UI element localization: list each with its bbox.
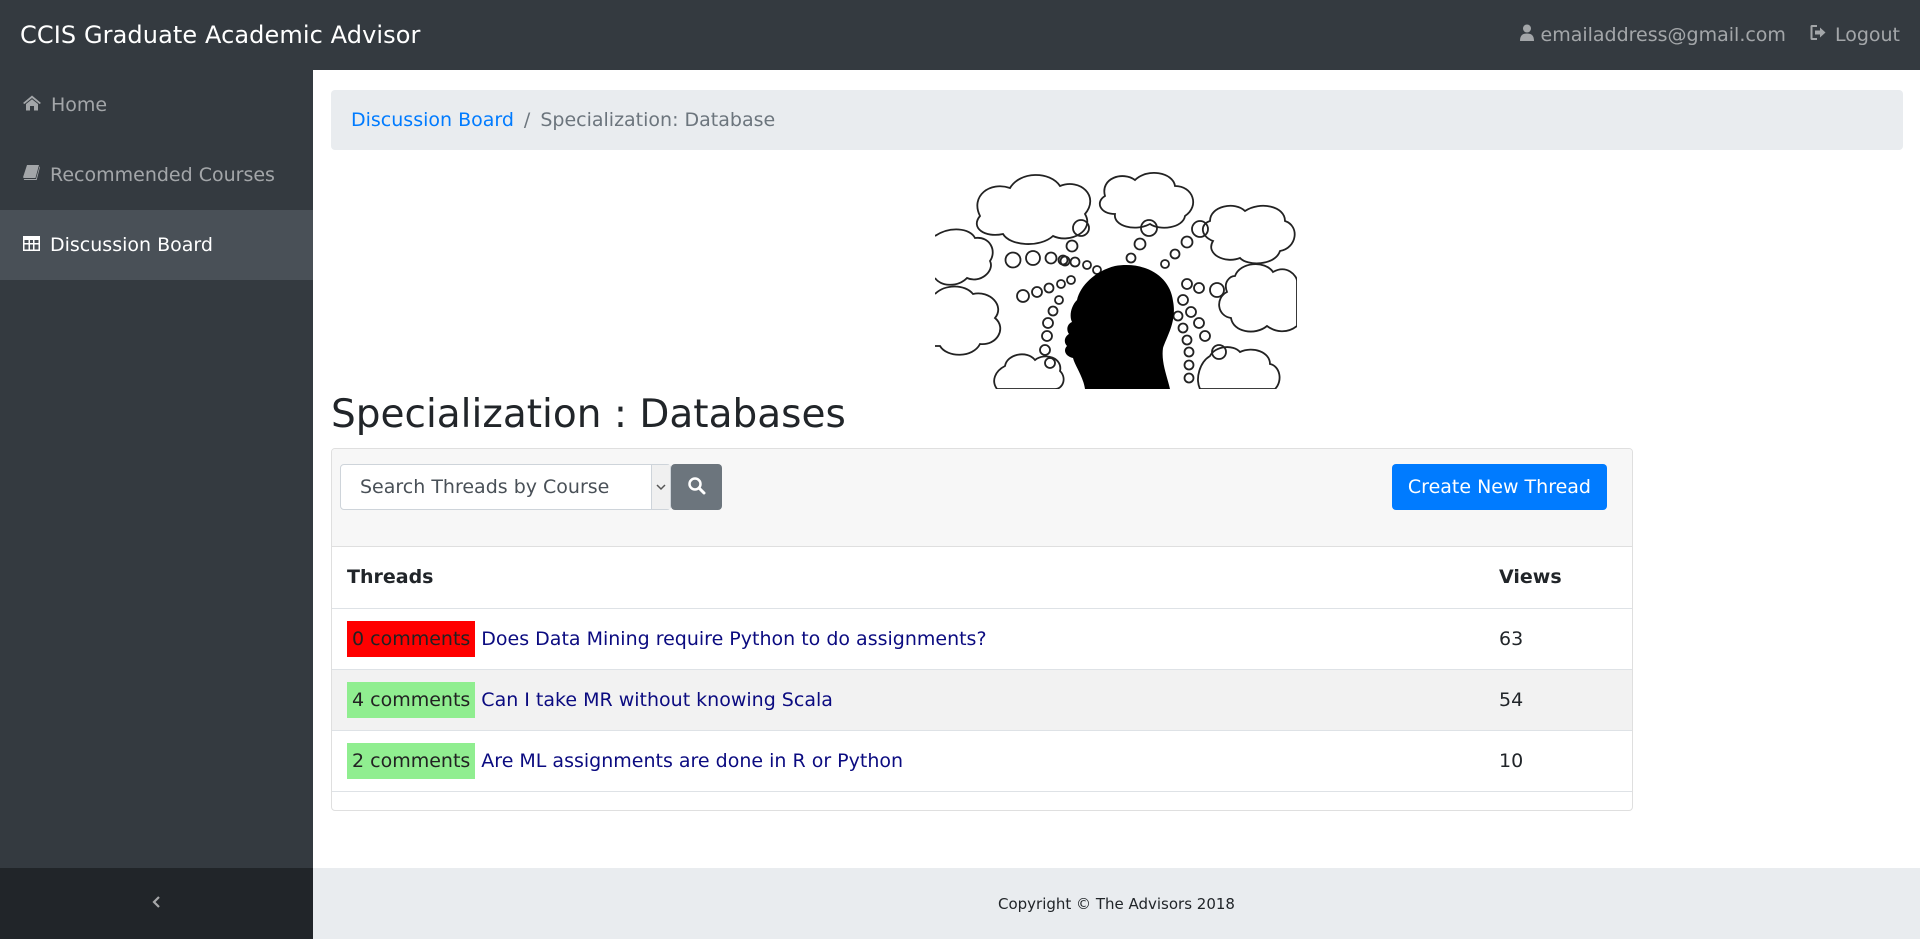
- chevron-down-icon: [651, 465, 670, 509]
- thread-link[interactable]: Can I take MR without knowing Scala: [481, 689, 833, 711]
- page-title: Specialization : Databases: [331, 392, 846, 437]
- logout-label: Logout: [1834, 24, 1900, 46]
- thread-cell: 2 comments Are ML assignments are done in…: [332, 730, 1484, 792]
- course-filter-value: Search Threads by Course: [360, 476, 610, 498]
- thread-cell: 4 comments Can I take MR without knowing …: [332, 669, 1484, 731]
- threads-table: Threads Views 0 comments Does Data Mining…: [332, 547, 1632, 792]
- footer: Copyright © The Advisors 2018: [313, 868, 1920, 939]
- column-header-views: Views: [1484, 547, 1632, 609]
- views-cell: 10: [1484, 730, 1632, 792]
- sidebar-item-label: Home: [51, 94, 108, 116]
- sidebar: Home Recommended Courses Discussion Boar…: [0, 70, 313, 868]
- threads-card: Search Threads by Course Create New Thre…: [331, 448, 1633, 811]
- breadcrumb: Discussion Board / Specialization: Datab…: [331, 90, 1903, 150]
- sidebar-item-label: Recommended Courses: [50, 164, 275, 186]
- app-brand[interactable]: CCIS Graduate Academic Advisor: [20, 21, 421, 49]
- breadcrumb-current: Specialization: Database: [540, 109, 776, 131]
- threads-toolbar: Search Threads by Course Create New Thre…: [332, 449, 1632, 547]
- sidebar-item-home[interactable]: Home: [0, 70, 313, 140]
- sign-out-icon: [1810, 24, 1828, 46]
- table-header-row: Threads Views: [332, 547, 1632, 609]
- book-icon: [23, 164, 50, 186]
- comment-count-badge: 2 comments: [347, 742, 476, 779]
- thread-link[interactable]: Does Data Mining require Python to do as…: [481, 628, 986, 650]
- breadcrumb-link-discussion-board[interactable]: Discussion Board: [351, 109, 514, 131]
- thinking-head-illustration: [935, 172, 1297, 389]
- column-header-threads: Threads: [332, 547, 1484, 609]
- views-cell: 54: [1484, 669, 1632, 731]
- user-icon: [1519, 24, 1534, 46]
- main-content: Discussion Board / Specialization: Datab…: [313, 70, 1920, 868]
- thread-cell: 0 comments Does Data Mining require Pytho…: [332, 608, 1484, 670]
- sidebar-item-recommended-courses[interactable]: Recommended Courses: [0, 140, 313, 210]
- search-icon: [687, 476, 706, 499]
- top-navbar: CCIS Graduate Academic Advisor emailaddr…: [0, 0, 1920, 70]
- sidebar-item-label: Discussion Board: [50, 234, 213, 256]
- comment-count-badge: 0 comments: [347, 620, 476, 657]
- thread-link[interactable]: Are ML assignments are done in R or Pyth…: [481, 750, 903, 772]
- comment-count-badge: 4 comments: [347, 681, 476, 718]
- table-row: 0 comments Does Data Mining require Pytho…: [332, 608, 1632, 670]
- table-icon: [23, 234, 50, 256]
- home-icon: [23, 94, 51, 116]
- navbar-right: emailaddress@gmail.com Logout: [1519, 24, 1900, 46]
- copyright-text: Copyright © The Advisors 2018: [998, 894, 1235, 913]
- sidebar-item-discussion-board[interactable]: Discussion Board: [0, 210, 313, 280]
- user-email-link[interactable]: emailaddress@gmail.com: [1519, 24, 1786, 46]
- create-new-thread-button[interactable]: Create New Thread: [1391, 464, 1607, 510]
- breadcrumb-separator: /: [523, 109, 531, 131]
- sidebar-toggle[interactable]: [0, 868, 313, 939]
- course-filter-select[interactable]: Search Threads by Course: [340, 464, 671, 510]
- user-email: emailaddress@gmail.com: [1540, 24, 1786, 46]
- table-row: 2 comments Are ML assignments are done in…: [332, 730, 1632, 792]
- chevron-left-icon: [151, 894, 163, 914]
- logout-link[interactable]: Logout: [1810, 24, 1900, 46]
- table-row: 4 comments Can I take MR without knowing …: [332, 669, 1632, 731]
- views-cell: 63: [1484, 608, 1632, 670]
- search-button[interactable]: [671, 464, 722, 510]
